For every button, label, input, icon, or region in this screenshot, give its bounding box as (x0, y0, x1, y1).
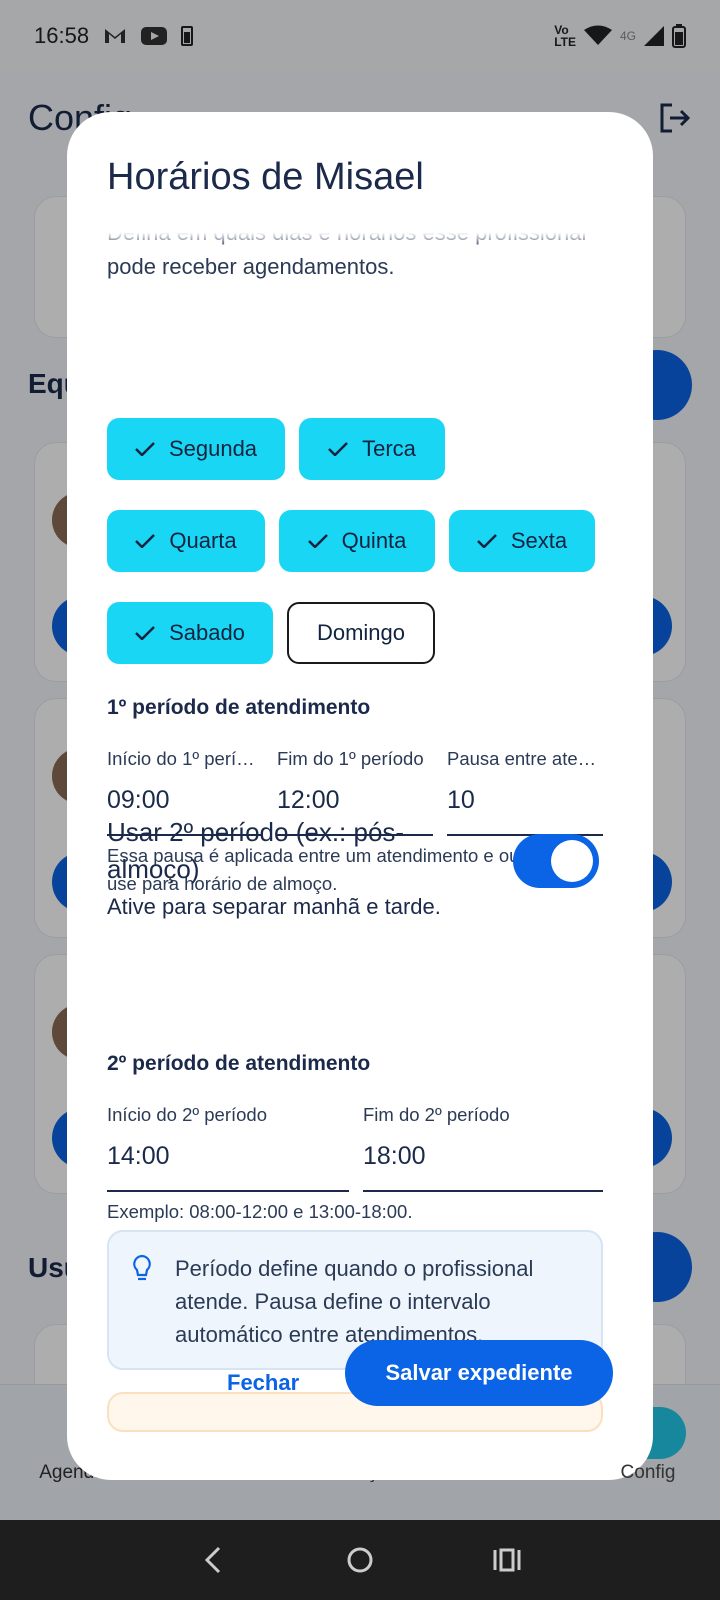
check-icon (135, 534, 156, 548)
dialog-title: Horários de Misael (107, 156, 424, 198)
day-chip-label: Quinta (341, 528, 407, 553)
schedule-dialog: Horários de Misael Defina em quais dias … (67, 112, 653, 1480)
period1-heading: 1º período de atendimento (107, 696, 371, 719)
field-label: Início do 1º período (107, 748, 263, 769)
field-value: 10 (447, 786, 475, 814)
day-chip-terca[interactable]: Terca (299, 418, 445, 480)
save-schedule-button[interactable]: Salvar expediente (345, 1340, 613, 1406)
scroll-fade (107, 222, 615, 248)
period2-helper-text: Exemplo: 08:00-12:00 e 13:00-18:00. (107, 1201, 413, 1222)
check-icon (328, 442, 348, 456)
day-chip-quarta[interactable]: Quarta (107, 510, 265, 572)
second-period-toggle-title: Usar 2º período (ex.: pós-almoço) (107, 817, 405, 884)
home-icon[interactable] (340, 1540, 380, 1580)
switch-knob (551, 840, 593, 882)
tip-text: Período define quando o profissional ate… (175, 1256, 534, 1347)
day-chip-sabado[interactable]: Sabado (107, 602, 273, 664)
day-chip-segunda[interactable]: Segunda (107, 418, 285, 480)
dialog-scroll-body[interactable]: Defina em quais dias e horários esse pro… (107, 222, 615, 1432)
second-period-switch[interactable] (513, 834, 599, 888)
close-button[interactable]: Fechar (227, 1370, 299, 1396)
day-chip-sexta[interactable]: Sexta (449, 510, 595, 572)
system-nav-bar (0, 1520, 720, 1600)
field-label: Início do 2º período (107, 1104, 268, 1125)
field-label: Fim do 2º período (363, 1104, 510, 1125)
lightbulb-icon (133, 1254, 151, 1281)
check-icon (135, 626, 155, 640)
check-icon (135, 442, 155, 456)
period2-end-field[interactable]: Fim do 2º período 18:00 (363, 1104, 603, 1192)
day-chip-label: Segunda (168, 436, 258, 461)
field-value: 18:00 (363, 1142, 426, 1170)
nav-config[interactable]: Config (588, 1462, 708, 1484)
field-label: Pausa entre atendimentos (447, 748, 603, 769)
period2-start-field[interactable]: Início do 2º período 14:00 (107, 1104, 349, 1192)
field-value: 09:00 (107, 786, 170, 814)
day-chip-label: Domingo (316, 620, 406, 645)
field-value: 14:00 (107, 1142, 170, 1170)
day-chip-label: Terca (362, 436, 416, 461)
check-icon (307, 534, 328, 548)
back-icon[interactable] (193, 1540, 233, 1580)
day-chip-label: Quarta (169, 528, 237, 553)
day-chip-label: Sabado (169, 620, 245, 645)
recents-icon[interactable] (487, 1540, 527, 1580)
day-chip-domingo[interactable]: Domingo (287, 602, 435, 664)
field-value: 12:00 (277, 786, 340, 814)
field-label: Fim do 1º período (277, 748, 424, 769)
check-icon (476, 534, 497, 548)
period2-heading: 2º período de atendimento (107, 1052, 371, 1075)
second-period-toggle-subtitle: Ative para separar manhã e tarde. (107, 894, 441, 919)
day-chip-label: Sexta (510, 528, 568, 553)
day-chip-quinta[interactable]: Quinta (279, 510, 435, 572)
